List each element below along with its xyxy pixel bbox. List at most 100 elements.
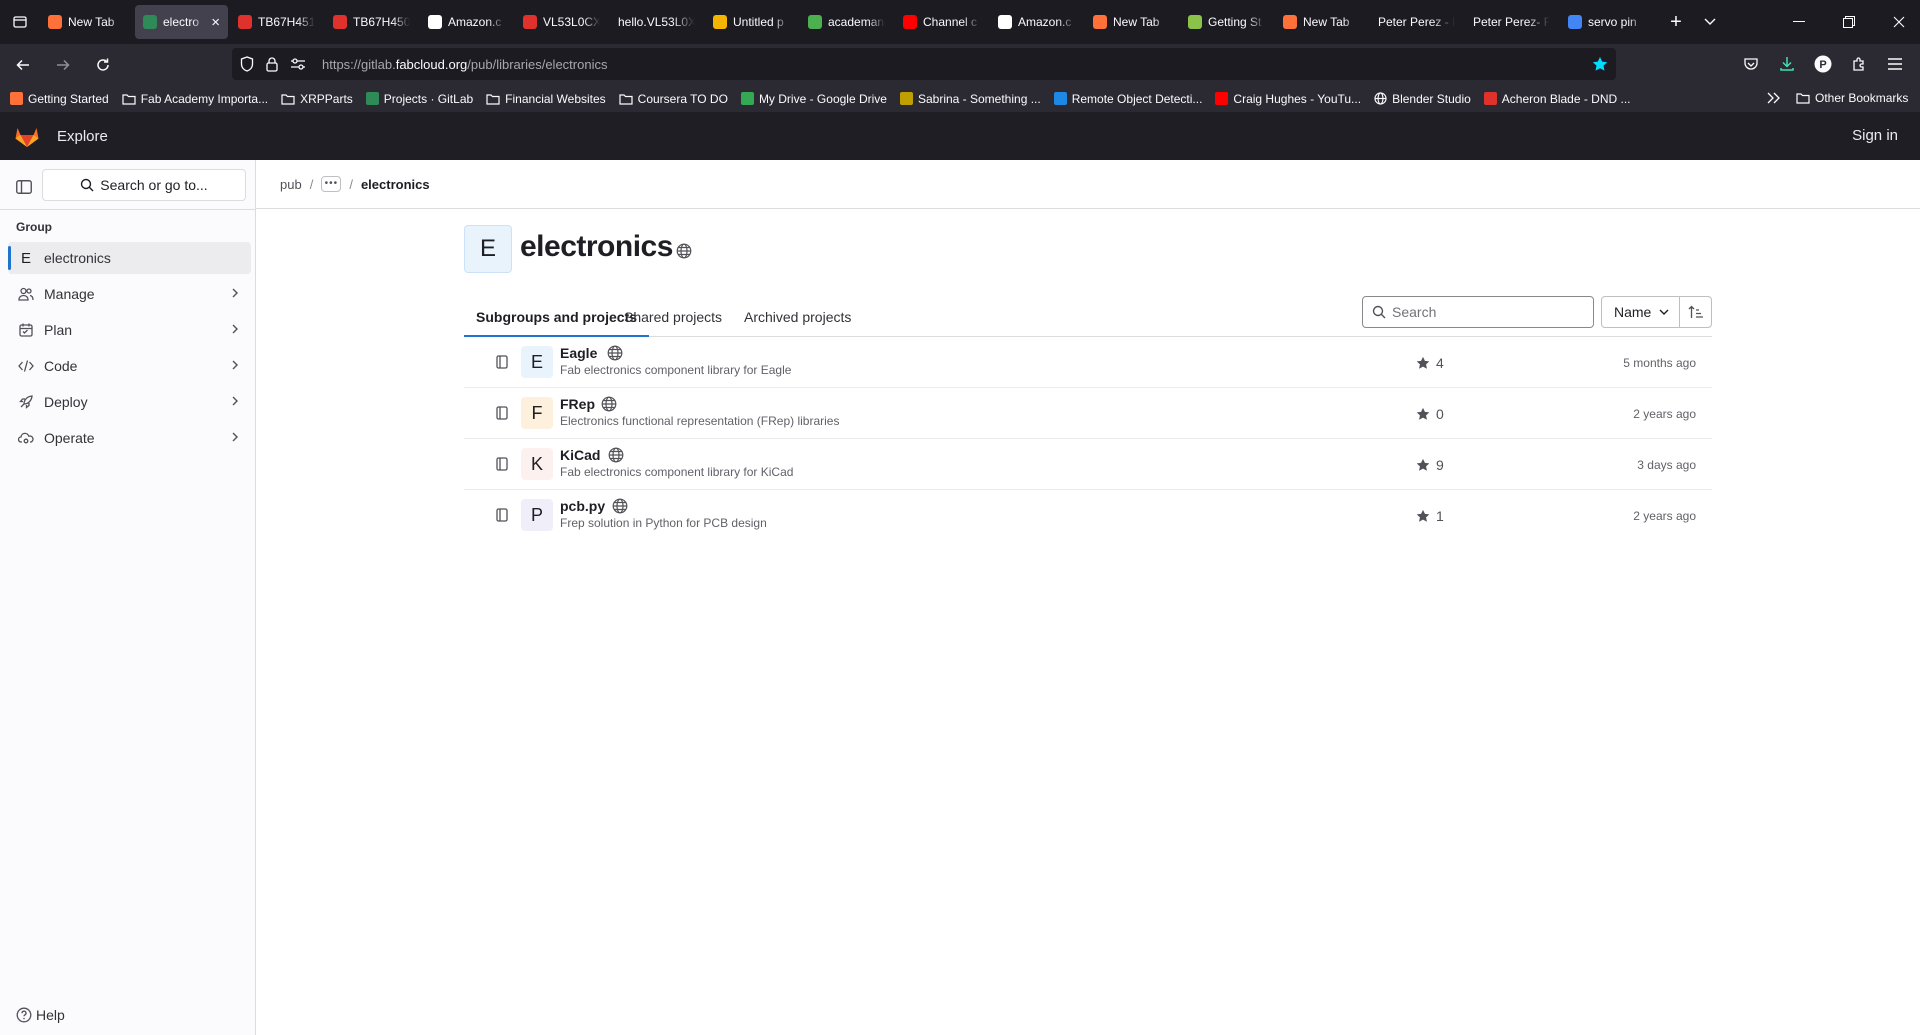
search-icon	[1372, 305, 1386, 319]
app-menu-icon[interactable]	[1878, 47, 1912, 81]
browser-tab[interactable]: New Tab	[1275, 5, 1368, 39]
sidebar-item-code[interactable]: Code	[8, 350, 251, 382]
project-row[interactable]: K KiCad Fab electronics component library …	[464, 439, 1712, 490]
sidebar-item-deploy[interactable]: Deploy	[8, 386, 251, 418]
public-globe-icon[interactable]	[676, 243, 692, 259]
tab-shared-projects[interactable]: Shared projects	[612, 296, 734, 337]
bookmark-item[interactable]: Blender Studio	[1374, 92, 1471, 106]
explore-link[interactable]: Explore	[57, 128, 108, 145]
list-all-tabs-icon[interactable]	[1693, 5, 1727, 39]
project-avatar[interactable]: P	[521, 499, 553, 531]
address-bar[interactable]: https://gitlab.fabcloud.org/pub/librarie…	[232, 48, 1616, 80]
project-name-link[interactable]: KiCad	[560, 447, 600, 463]
help-button[interactable]: Help	[16, 1007, 65, 1023]
url-text[interactable]: https://gitlab.fabcloud.org/pub/librarie…	[322, 57, 607, 72]
browser-tab[interactable]: Channel c	[895, 5, 988, 39]
more-bookmarks-chevron-icon[interactable]	[1767, 92, 1781, 104]
sort-direction-button[interactable]	[1679, 296, 1712, 328]
bookmark-item[interactable]: Financial Websites	[486, 92, 606, 106]
project-name-link[interactable]: FRep	[560, 396, 595, 412]
music-icon	[899, 92, 913, 105]
project-avatar[interactable]: F	[521, 397, 553, 429]
downloads-icon[interactable]	[1770, 47, 1804, 81]
public-globe-icon[interactable]	[607, 345, 623, 361]
bookmark-item[interactable]: Sabrina - Something ...	[899, 92, 1041, 106]
public-globe-icon[interactable]	[601, 396, 617, 412]
project-stars[interactable]: 4	[1416, 355, 1444, 371]
browser-tab[interactable]: Untitled p	[705, 5, 798, 39]
pocket-icon[interactable]	[1734, 47, 1768, 81]
profile-avatar-icon[interactable]: P	[1806, 47, 1840, 81]
sidebar-item-plan[interactable]: Plan	[8, 314, 251, 346]
permissions-icon[interactable]	[290, 57, 306, 71]
sidebar-item-manage[interactable]: Manage	[8, 278, 251, 310]
project-stars[interactable]: 9	[1416, 457, 1444, 473]
tab-title: Untitled p	[733, 15, 784, 29]
sort-by-dropdown[interactable]: Name	[1601, 296, 1680, 328]
browser-tab[interactable]: New Tab	[1085, 5, 1178, 39]
gitlab-tanuki-logo-icon[interactable]	[14, 124, 40, 148]
reload-icon[interactable]	[86, 48, 120, 82]
bookmark-item[interactable]: Remote Object Detecti...	[1053, 92, 1202, 106]
breadcrumb-current[interactable]: electronics	[361, 177, 430, 192]
browser-tab[interactable]: Getting St	[1180, 5, 1273, 39]
project-avatar[interactable]: K	[521, 448, 553, 480]
project-name-link[interactable]: pcb.py	[560, 498, 605, 514]
bookmark-item[interactable]: Projects · GitLab	[365, 92, 473, 106]
public-globe-icon[interactable]	[612, 498, 628, 514]
firefox-view-icon[interactable]	[0, 0, 40, 44]
project-row[interactable]: E Eagle Fab electronics component library …	[464, 337, 1712, 388]
globe-icon	[1374, 92, 1387, 105]
tab-archived-projects[interactable]: Archived projects	[732, 296, 863, 337]
breadcrumb-more-button[interactable]: •••	[321, 176, 342, 192]
browser-tab[interactable]: Amazon.c	[990, 5, 1083, 39]
project-stars[interactable]: 1	[1416, 508, 1444, 524]
forward-arrow-icon[interactable]	[46, 48, 80, 82]
new-tab-button[interactable]: +	[1659, 5, 1693, 39]
bookmark-item[interactable]: Coursera TO DO	[619, 92, 728, 106]
project-row[interactable]: F FRep Electronics functional representati…	[464, 388, 1712, 439]
lock-icon[interactable]	[266, 56, 278, 72]
filter-search-input[interactable]	[1392, 304, 1582, 320]
browser-tab[interactable]: hello.VL53L0X	[610, 5, 703, 39]
browser-tab[interactable]: VL53L0CX	[515, 5, 608, 39]
restore-window-icon[interactable]	[1824, 0, 1874, 44]
tab-title: New Tab	[1113, 15, 1160, 29]
browser-tab[interactable]: Peter Perez- F	[1465, 5, 1558, 39]
close-tab-icon[interactable]: ×	[211, 15, 220, 30]
browser-tab[interactable]: New Tab	[40, 5, 133, 39]
browser-tab[interactable]: TB67H450	[325, 5, 418, 39]
sign-in-link[interactable]: Sign in	[1852, 127, 1898, 144]
search-or-go-to-button[interactable]: Search or go to...	[42, 169, 246, 201]
bookmark-item[interactable]: Craig Hughes - YouTu...	[1215, 92, 1361, 106]
bookmark-item[interactable]: XRPParts	[281, 92, 353, 106]
extensions-icon[interactable]	[1842, 47, 1876, 81]
minimize-window-icon[interactable]	[1774, 0, 1824, 44]
browser-tab[interactable]: TB67H451	[230, 5, 323, 39]
bookmark-item[interactable]: Acheron Blade - DND ...	[1483, 92, 1631, 106]
sidebar-item-operate[interactable]: Operate	[8, 422, 251, 454]
breadcrumb-pub-link[interactable]: pub	[280, 177, 302, 192]
project-stars[interactable]: 0	[1416, 406, 1444, 422]
other-bookmarks-folder[interactable]: Other Bookmarks	[1796, 91, 1908, 105]
project-name-link[interactable]: Eagle	[560, 345, 597, 361]
search-or-go-to-label: Search or go to...	[100, 177, 208, 193]
filter-search-box[interactable]	[1362, 296, 1594, 328]
bookmark-item[interactable]: Fab Academy Importa...	[122, 92, 268, 106]
bookmark-star-icon[interactable]	[1592, 56, 1608, 72]
browser-tab[interactable]: Peter Perez - F	[1370, 5, 1463, 39]
browser-tab[interactable]: Amazon.c	[420, 5, 513, 39]
browser-tab[interactable]: servo pin	[1560, 5, 1653, 39]
browser-tab[interactable]: academan	[800, 5, 893, 39]
project-avatar[interactable]: E	[521, 346, 553, 378]
bookmark-item[interactable]: My Drive - Google Drive	[740, 92, 887, 106]
public-globe-icon[interactable]	[608, 447, 624, 463]
sidebar-item-electronics[interactable]: E electronics	[8, 242, 251, 274]
back-arrow-icon[interactable]	[6, 48, 40, 82]
browser-tab[interactable]: electro ×	[135, 5, 228, 39]
shield-icon[interactable]	[240, 56, 254, 72]
bookmark-item[interactable]: Getting Started	[10, 92, 109, 106]
sidebar-toggle-icon[interactable]	[12, 175, 36, 199]
close-window-icon[interactable]	[1874, 0, 1920, 44]
project-row[interactable]: Ppcb.py Frep solution in Python for PCB d…	[464, 490, 1712, 541]
